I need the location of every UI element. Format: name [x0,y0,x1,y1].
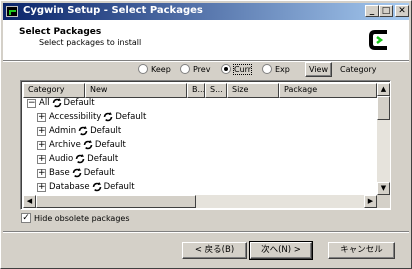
page-header: Select Packages Select packages to insta… [3,20,409,60]
page-subtitle: Select packages to install [39,38,142,47]
cygwin-app-icon [6,6,18,17]
view-button[interactable]: View [305,62,332,77]
minimize-button[interactable]: _ [365,5,379,17]
expand-icon[interactable]: + [37,182,46,192]
cycle-icon[interactable] [75,154,85,164]
page-title: Select Packages [19,27,102,37]
category-name: Accessibility [49,112,102,122]
expand-icon[interactable]: + [37,140,46,150]
maximize-button[interactable]: □ [379,5,393,17]
setup-window: Cygwin Setup - Select Packages _ □ ✕ Sel… [0,0,412,269]
radio-circle[interactable] [138,64,148,74]
scroll-right-button[interactable]: ▶ [364,195,377,208]
column-header-new[interactable]: New [85,83,187,98]
cycle-icon[interactable] [83,140,93,150]
title-bar[interactable]: Cygwin Setup - Select Packages _ □ ✕ [3,3,409,20]
window-title: Cygwin Setup - Select Packages [23,5,203,16]
install-status: Default [115,112,147,122]
install-status: Default [103,182,135,192]
back-button[interactable]: < 戻る(B) [182,242,247,259]
cycle-icon[interactable] [103,112,113,122]
horizontal-scroll-thumb[interactable] [36,195,196,208]
install-status: Default [83,168,115,178]
vertical-scroll-thumb[interactable] [377,96,390,120]
install-status: Default [63,98,95,108]
cycle-icon[interactable] [78,126,88,136]
category-name: Archive [49,140,81,150]
tree-row-database[interactable]: + Database Default [37,182,135,196]
cycle-icon[interactable] [52,98,62,108]
expand-icon[interactable]: + [37,126,46,136]
view-mode-label: Category [340,65,377,74]
cygwin-logo-icon [368,27,392,53]
radio-label: Exp [275,64,290,74]
column-header-src[interactable]: S... [205,83,227,98]
scrollbar-corner [377,195,390,208]
radio-circle-selected[interactable] [221,64,231,74]
close-button[interactable]: ✕ [395,5,409,17]
tree-row-archive[interactable]: + Archive Default [37,140,126,154]
radio-label: Curr [232,63,253,75]
expand-icon[interactable]: + [37,168,46,178]
radio-label: Keep [151,64,171,74]
cancel-button[interactable]: キャンセル [328,242,395,259]
category-name: Database [49,182,90,192]
category-name: All [39,98,50,108]
tree-row-admin[interactable]: + Admin Default [37,126,121,140]
footer-divider [3,231,409,233]
horizontal-scrollbar[interactable]: ◀ ▶ [23,195,377,208]
radio-label: Prev [193,64,211,74]
column-header-bin[interactable]: B... [187,83,205,98]
hide-obsolete-label: Hide obsolete packages [34,213,130,223]
radio-circle[interactable] [262,64,272,74]
cycle-icon[interactable] [72,168,82,178]
category-name: Admin [49,126,77,136]
column-header-package[interactable]: Package [279,83,377,98]
cycle-icon[interactable] [92,182,102,192]
tree-row-accessibility[interactable]: + Accessibility Default [37,112,146,126]
hide-obsolete-checkbox[interactable]: ✓ [21,213,31,223]
package-list[interactable]: Category New B... S... Size Package − All… [20,80,391,210]
tree-row-all[interactable]: − All Default [27,98,95,112]
header-divider [3,60,409,62]
scroll-up-button[interactable]: ▲ [377,83,390,96]
column-header-size[interactable]: Size [227,83,279,98]
expand-icon[interactable]: + [37,112,46,122]
scroll-down-button[interactable]: ▼ [377,182,390,195]
radio-curr[interactable]: Curr [221,63,253,76]
category-name: Base [49,168,70,178]
radio-prev[interactable]: Prev [180,64,210,76]
install-status: Default [94,140,126,150]
category-name: Audio [49,154,74,164]
tree-row-base[interactable]: + Base Default [37,168,115,182]
collapse-icon[interactable]: − [27,98,36,108]
vertical-scrollbar[interactable]: ▲ ▼ [377,83,390,195]
hide-obsolete-option[interactable]: ✓ Hide obsolete packages [21,213,130,225]
install-status: Default [87,154,119,164]
radio-circle[interactable] [180,64,190,74]
install-status: Default [90,126,122,136]
scroll-left-button[interactable]: ◀ [23,195,36,208]
expand-icon[interactable]: + [37,154,46,164]
radio-keep[interactable]: Keep [138,64,171,76]
tree-row-audio[interactable]: + Audio Default [37,154,118,168]
radio-exp[interactable]: Exp [262,64,290,76]
next-button[interactable]: 次へ(N) > [249,241,313,260]
column-header-category[interactable]: Category [23,83,85,98]
